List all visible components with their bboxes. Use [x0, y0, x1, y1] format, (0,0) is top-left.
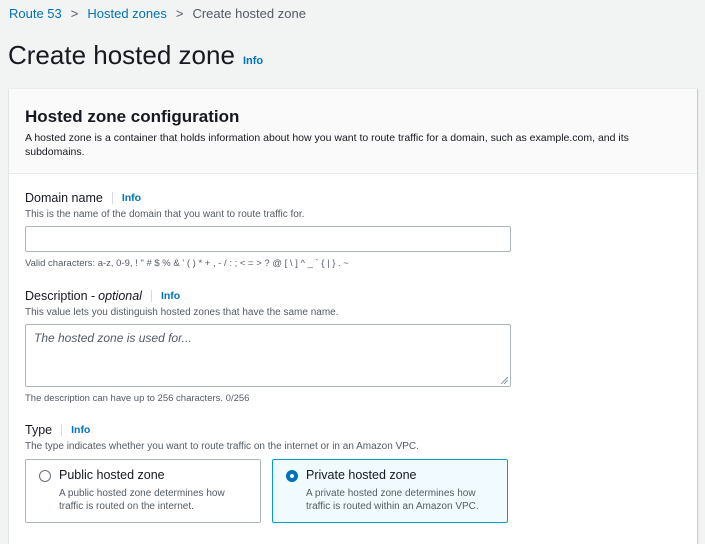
breadcrumb-route53[interactable]: Route 53: [9, 6, 62, 21]
description-field: Description - optional Info This value l…: [25, 289, 511, 404]
divider: [61, 424, 63, 436]
panel-title: Hosted zone configuration: [25, 107, 240, 126]
private-radio-button[interactable]: [286, 470, 298, 482]
type-field: Type Info The type indicates whether you…: [25, 423, 508, 523]
domain-name-constraint: Valid characters: a-z, 0-9, ! " # $ % & …: [25, 258, 349, 269]
chevron-right-icon: >: [175, 6, 184, 21]
type-info-link[interactable]: Info: [71, 424, 90, 436]
page-title: Create hosted zone: [8, 40, 235, 70]
description-label: Description -: [25, 289, 96, 303]
resize-grip-icon[interactable]: [501, 377, 508, 384]
divider: [111, 192, 113, 204]
domain-name-input[interactable]: [25, 226, 511, 252]
description-placeholder: The hosted zone is used for...: [34, 331, 192, 345]
hosted-zone-configuration-panel: Hosted zone configuration A hosted zone …: [9, 88, 697, 544]
breadcrumb-current: Create hosted zone: [192, 6, 306, 21]
panel-header: Hosted zone configuration A hosted zone …: [9, 89, 697, 174]
description-textarea[interactable]: The hosted zone is used for...: [25, 324, 511, 387]
domain-name-info-link[interactable]: Info: [122, 192, 141, 204]
description-info-link[interactable]: Info: [161, 290, 180, 302]
public-tile-title: Public hosted zone: [59, 468, 165, 482]
public-hosted-zone-tile[interactable]: Public hosted zone A public hosted zone …: [25, 459, 261, 523]
description-constraint: The description can have up to 256 chara…: [25, 393, 250, 404]
panel-description: A hosted zone is a container that holds …: [25, 132, 629, 158]
chevron-right-icon: >: [70, 6, 79, 21]
public-tile-description: A public hosted zone determines how traf…: [59, 488, 225, 512]
private-tile-title: Private hosted zone: [306, 468, 417, 482]
domain-name-description: This is the name of the domain that you …: [25, 209, 305, 220]
description-help-text: This value lets you distinguish hosted z…: [25, 307, 339, 318]
page-title-row: Create hosted zone Info: [8, 40, 263, 71]
type-label: Type: [25, 423, 53, 437]
type-tiles: Public hosted zone A public hosted zone …: [25, 459, 508, 523]
page-info-link[interactable]: Info: [243, 55, 263, 67]
type-description: The type indicates whether you want to r…: [25, 441, 419, 452]
domain-name-field: Domain name Info This is the name of the…: [25, 191, 511, 269]
breadcrumb-hosted-zones[interactable]: Hosted zones: [87, 6, 167, 21]
public-radio-button[interactable]: [39, 470, 51, 482]
breadcrumb: Route 53 > Hosted zones > Create hosted …: [9, 6, 306, 21]
divider: [150, 290, 152, 302]
private-hosted-zone-tile[interactable]: Private hosted zone A private hosted zon…: [272, 459, 508, 523]
private-tile-description: A private hosted zone determines how tra…: [306, 488, 479, 512]
domain-name-label: Domain name: [25, 191, 103, 205]
optional-label: optional: [98, 289, 142, 303]
